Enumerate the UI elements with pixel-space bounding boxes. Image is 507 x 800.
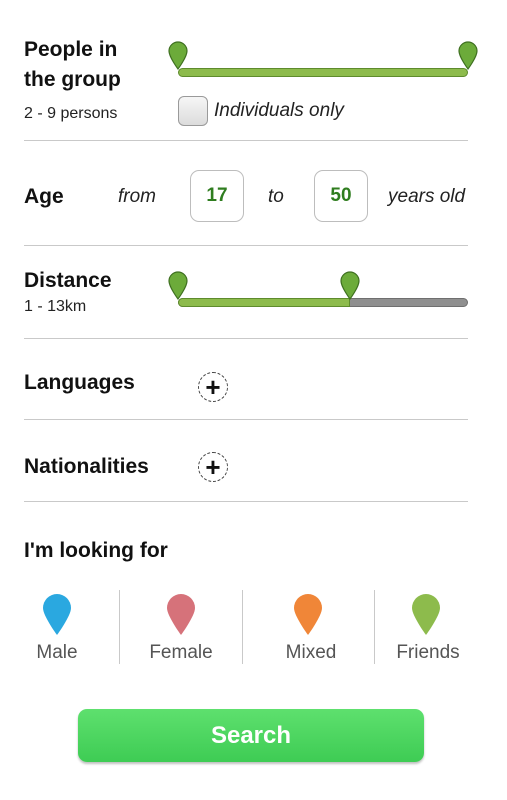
group-slider-track[interactable]	[178, 68, 468, 77]
option-label-friends: Friends	[396, 642, 460, 663]
option-label-female: Female	[149, 642, 213, 663]
option-label-male: Male	[36, 642, 78, 663]
plus-icon: +	[205, 452, 221, 482]
individuals-only-checkbox[interactable]	[178, 96, 208, 126]
divider	[24, 419, 468, 420]
distance-range: 1 - 13km	[24, 298, 87, 315]
group-range: 2 - 9 persons	[24, 105, 118, 122]
plus-icon: +	[205, 372, 221, 402]
group-slider-max-handle[interactable]	[457, 40, 479, 70]
distance-slider-min-handle[interactable]	[167, 270, 189, 300]
age-to-label: to	[268, 186, 284, 207]
divider	[119, 590, 120, 664]
distance-slider-max-handle[interactable]	[339, 270, 361, 300]
mixed-pin-icon	[294, 594, 322, 635]
divider	[24, 140, 468, 141]
divider	[24, 338, 468, 339]
age-from-input[interactable]: 17	[190, 170, 244, 222]
male-pin-icon	[43, 594, 71, 635]
individuals-only-label: Individuals only	[214, 100, 344, 121]
languages-title: Languages	[24, 371, 135, 394]
looking-for-title: I'm looking for	[24, 539, 168, 562]
age-suffix: years old	[388, 186, 466, 207]
female-pin-icon	[167, 594, 195, 635]
divider	[24, 501, 468, 502]
divider	[242, 590, 243, 664]
add-nationality-button[interactable]: +	[198, 452, 228, 482]
divider	[24, 245, 468, 246]
add-language-button[interactable]: +	[198, 372, 228, 402]
age-to-input[interactable]: 50	[314, 170, 368, 222]
distance-slider-fill	[178, 298, 350, 307]
nationalities-title: Nationalities	[24, 455, 149, 478]
group-slider-min-handle[interactable]	[167, 40, 189, 70]
group-title-line1: People in	[24, 38, 118, 61]
age-from-label: from	[118, 186, 156, 207]
option-label-mixed: Mixed	[285, 642, 337, 663]
age-title: Age	[24, 185, 64, 208]
group-title-line2: the group	[24, 68, 121, 91]
friends-pin-icon	[412, 594, 440, 635]
distance-title: Distance	[24, 269, 112, 292]
search-button[interactable]: Search	[78, 709, 424, 762]
